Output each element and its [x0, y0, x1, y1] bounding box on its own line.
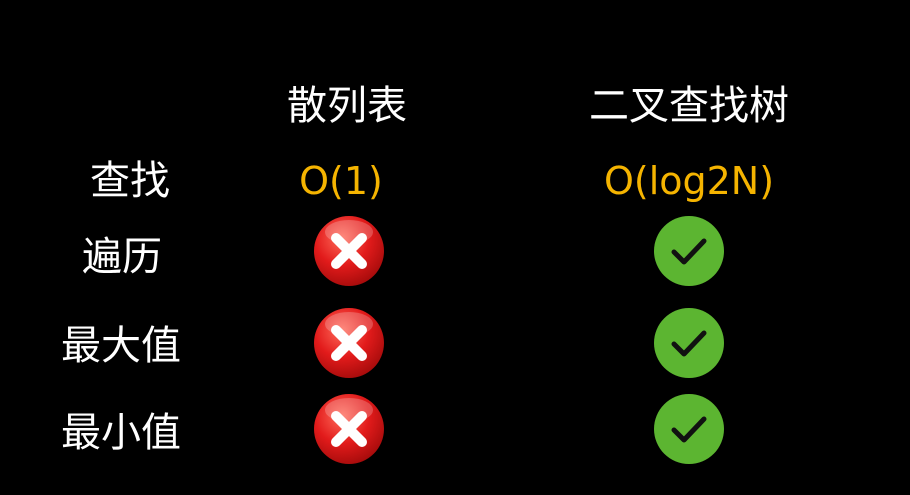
check-icon [652, 306, 726, 380]
check-icon [652, 392, 726, 466]
cross-icon [312, 306, 386, 380]
bst-search-complexity: O(log2N) [603, 159, 775, 203]
cross-icon [312, 392, 386, 466]
comparison-slide: 散列表 二叉查找树 查找 O(1) O(log2N) 遍历 最大值 最小值 [0, 0, 910, 495]
row-label-search: 查找 [90, 158, 170, 204]
row-label-max: 最大值 [61, 323, 181, 369]
check-icon [652, 214, 726, 288]
hash-table-search-complexity: O(1) [299, 159, 383, 203]
row-label-traverse: 遍历 [82, 234, 162, 280]
cross-icon [312, 214, 386, 288]
column-header-bst: 二叉查找树 [589, 83, 789, 129]
row-label-min: 最小值 [61, 410, 181, 456]
column-header-hash-table: 散列表 [287, 83, 407, 129]
